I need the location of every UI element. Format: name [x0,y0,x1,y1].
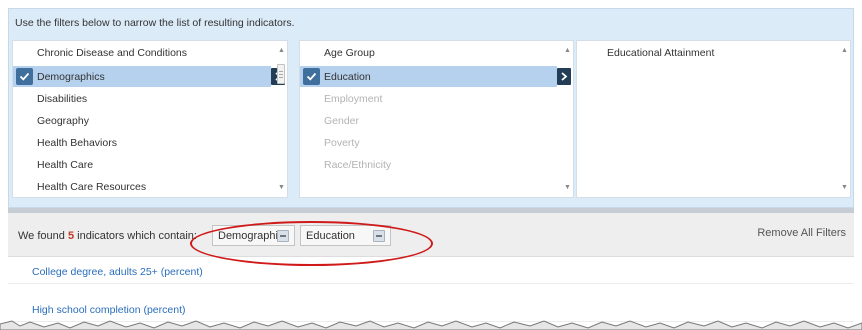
subtopic-label: Gender [324,115,360,127]
subtopic-item: Race/Ethnicity [300,154,573,175]
results-summary: We found 5 indicators which contain: [18,230,197,242]
results-prefix: We found [18,230,68,242]
subtopic-item[interactable]: Age Group [300,42,573,63]
subtopic-label: Poverty [324,137,360,149]
topic-item-selected[interactable]: Demographics [13,66,285,87]
subtopic-item: Gender [300,110,573,131]
torn-edge [0,320,862,330]
topic-item[interactable]: Chronic Disease and Conditions [13,42,287,63]
topic-item[interactable]: Disabilities [13,88,287,109]
results-suffix: indicators which contain: [74,230,197,242]
subtopic-item-selected[interactable]: Education [300,66,571,87]
detail-item[interactable]: Educational Attainment [577,42,850,63]
detail-scrollbar[interactable]: ▲ ▼ [838,41,850,197]
scroll-down-icon[interactable]: ▼ [278,184,285,191]
checkmark-icon [303,68,320,85]
checkmark-icon [16,68,33,85]
scroll-thumb[interactable] [277,64,285,84]
topic-item[interactable]: Health Behaviors [13,132,287,153]
filter-panel: Chronic Disease and Conditions Demograph… [8,38,854,208]
subtopic-label: Age Group [324,47,375,59]
topic-label: Health Care [37,159,94,171]
indicator-link[interactable]: High school completion (percent) [32,304,186,316]
indicator-link[interactable]: College degree, adults 25+ (percent) [32,266,203,278]
topic-label: Chronic Disease and Conditions [37,47,187,59]
subtopic-item: Employment [300,88,573,109]
scroll-up-icon[interactable]: ▲ [841,47,848,54]
list-item: College degree, adults 25+ (percent) [8,258,854,284]
topic-label: Disabilities [37,93,88,105]
subtopic-list: Age Group Education Employment Gender Po… [299,40,574,198]
results-summary-bar: We found 5 indicators which contain: Dem… [8,213,854,257]
scroll-down-icon[interactable]: ▼ [841,184,848,191]
filter-header: Use the filters below to narrow the list… [8,8,854,38]
scroll-up-icon[interactable]: ▲ [278,47,285,54]
remove-all-filters-link[interactable]: Remove All Filters [757,227,846,239]
subtopic-label: Race/Ethnicity [324,159,392,171]
topic-item[interactable]: Geography [13,110,287,131]
scroll-down-icon[interactable]: ▼ [564,184,571,191]
subtopic-label: Education [324,71,371,83]
scroll-up-icon[interactable]: ▲ [564,47,571,54]
detail-label: Educational Attainment [607,47,715,59]
topic-scrollbar[interactable]: ▲ ▼ [275,41,287,197]
topic-label: Health Care Resources [37,181,147,193]
topic-label: Geography [37,115,89,127]
topic-item[interactable]: Health Care [13,154,287,175]
subtopic-scrollbar[interactable]: ▲ ▼ [561,41,573,197]
detail-list: Educational Attainment ▲ ▼ [576,40,851,198]
topic-label: Health Behaviors [37,137,117,149]
topic-list: Chronic Disease and Conditions Demograph… [12,40,288,198]
topic-label: Demographics [37,71,105,83]
subtopic-label: Employment [324,93,383,105]
filter-instructions: Use the filters below to narrow the list… [15,17,295,29]
subtopic-item: Poverty [300,132,573,153]
topic-item[interactable]: Health Care Resources [13,176,287,197]
